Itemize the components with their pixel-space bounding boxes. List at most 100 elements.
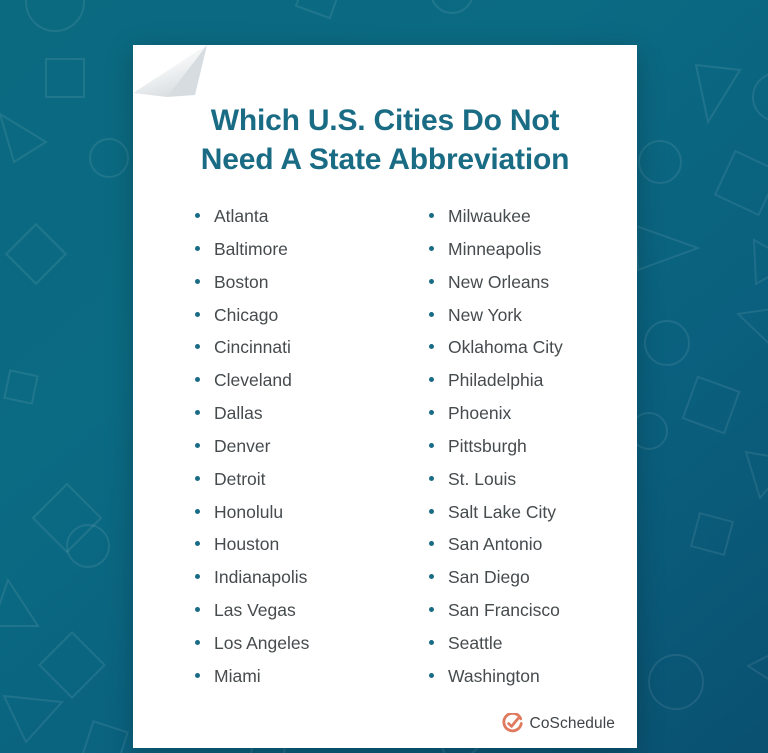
- city-name: Honolulu: [214, 501, 284, 522]
- bullet-icon: [429, 377, 434, 383]
- list-item: Las Vegas: [195, 600, 403, 635]
- city-name: Las Vegas: [214, 600, 296, 621]
- city-name: Pittsburgh: [448, 435, 527, 456]
- list-item: Oklahoma City: [429, 339, 637, 372]
- bullet-icon: [429, 213, 434, 218]
- bullet-icon: [195, 639, 200, 645]
- city-name: Philadelphia: [448, 370, 544, 391]
- poster-card: Which U.S. Cities Do Not Need A State Ab…: [133, 45, 637, 748]
- city-name: New Orleans: [448, 271, 550, 292]
- city-list-left: Atlanta Baltimore Boston Chicago Cincinnati C…: [133, 206, 403, 701]
- bullet-icon: [195, 541, 200, 547]
- city-name: Miami: [214, 665, 261, 686]
- list-item: Philadelphia: [429, 370, 637, 405]
- bg-diamond-icon: [38, 631, 106, 699]
- list-item: Milwaukee: [429, 206, 637, 241]
- bg-square-icon: [3, 369, 39, 405]
- page-title: Which U.S. Cities Do Not Need A State Ab…: [133, 101, 637, 179]
- list-item: Chicago: [195, 304, 403, 340]
- bullet-icon: [429, 541, 434, 547]
- bg-square-icon: [689, 511, 735, 557]
- bullet-icon: [195, 377, 200, 383]
- list-item: Boston: [195, 271, 403, 307]
- bg-triangle-icon: [694, 63, 742, 125]
- list-item: Dallas: [195, 403, 403, 438]
- bullet-icon: [195, 607, 200, 613]
- list-item: Baltimore: [195, 238, 403, 274]
- list-item: Cincinnati: [195, 339, 403, 372]
- list-item: San Francisco: [429, 600, 637, 635]
- bullet-icon: [429, 475, 434, 481]
- bullet-icon: [429, 607, 434, 613]
- list-item: Washington: [429, 665, 637, 701]
- bullet-icon: [429, 410, 434, 416]
- city-name: Washington: [448, 665, 540, 686]
- bg-triangle-icon: [744, 450, 768, 501]
- list-item: Minneapolis: [429, 238, 637, 274]
- bullet-icon: [429, 311, 434, 317]
- bg-triangle-icon: [2, 694, 65, 744]
- bullet-icon: [195, 245, 200, 251]
- list-item: Los Angeles: [195, 632, 403, 668]
- list-item: Cleveland: [195, 370, 403, 405]
- bullet-icon: [429, 574, 434, 580]
- city-name: Cleveland: [214, 370, 292, 391]
- bg-triangle-icon: [735, 308, 768, 344]
- city-name: Cincinnati: [214, 337, 291, 358]
- list-item: New York: [429, 304, 637, 340]
- city-name: Atlanta: [214, 206, 269, 226]
- bg-circle-icon: [430, 0, 474, 14]
- bg-circle-icon: [89, 138, 129, 178]
- bullet-icon: [195, 508, 200, 514]
- bg-circle-icon: [66, 524, 110, 568]
- city-name: Salt Lake City: [448, 501, 556, 522]
- city-name: Baltimore: [214, 238, 288, 259]
- page-title-line-1: Which U.S. Cities Do Not: [210, 104, 560, 137]
- city-name: San Francisco: [448, 600, 560, 621]
- bullet-icon: [195, 311, 200, 317]
- bullet-icon: [429, 278, 434, 284]
- bullet-icon: [429, 245, 434, 251]
- list-item: Miami: [195, 665, 403, 701]
- bg-circle-icon: [25, 0, 85, 32]
- infographic-canvas: Which U.S. Cities Do Not Need A State Ab…: [0, 0, 768, 753]
- list-item: San Antonio: [429, 536, 637, 569]
- city-name: Chicago: [214, 304, 279, 325]
- list-item: Houston: [195, 536, 403, 569]
- bullet-icon: [195, 574, 200, 580]
- bg-square-icon: [45, 58, 85, 98]
- city-name: Dallas: [214, 403, 263, 424]
- bg-square-icon: [681, 375, 741, 435]
- bg-triangle-icon: [0, 577, 40, 627]
- city-name: Detroit: [214, 468, 266, 489]
- city-name: San Diego: [448, 567, 530, 588]
- coschedule-logo: CoSchedule: [502, 713, 615, 734]
- city-name: St. Louis: [448, 468, 517, 489]
- bg-square-icon: [81, 720, 129, 753]
- bg-diamond-icon: [31, 482, 103, 554]
- city-name: Milwaukee: [448, 206, 531, 226]
- bullet-icon: [195, 278, 200, 284]
- list-item: San Diego: [429, 569, 637, 602]
- city-name: Indianapolis: [214, 567, 308, 588]
- city-name: Minneapolis: [448, 238, 542, 259]
- city-name: New York: [448, 304, 522, 325]
- bg-circle-icon: [644, 320, 690, 366]
- list-item: Atlanta: [195, 206, 403, 241]
- bullet-icon: [195, 213, 200, 218]
- bullet-icon: [429, 344, 434, 350]
- city-name: Houston: [214, 534, 280, 555]
- list-item: Salt Lake City: [429, 501, 637, 537]
- bg-circle-icon: [752, 72, 768, 122]
- city-name: Boston: [214, 271, 269, 292]
- list-item: New Orleans: [429, 271, 637, 307]
- coschedule-wordmark: CoSchedule: [529, 714, 615, 732]
- city-name: Phoenix: [448, 403, 512, 424]
- bullet-icon: [429, 442, 434, 448]
- bg-circle-icon: [648, 654, 704, 710]
- list-item: Pittsburgh: [429, 435, 637, 471]
- list-item: Detroit: [195, 468, 403, 504]
- city-name: Los Angeles: [214, 632, 310, 653]
- list-item: Phoenix: [429, 403, 637, 438]
- bullet-icon: [429, 639, 434, 645]
